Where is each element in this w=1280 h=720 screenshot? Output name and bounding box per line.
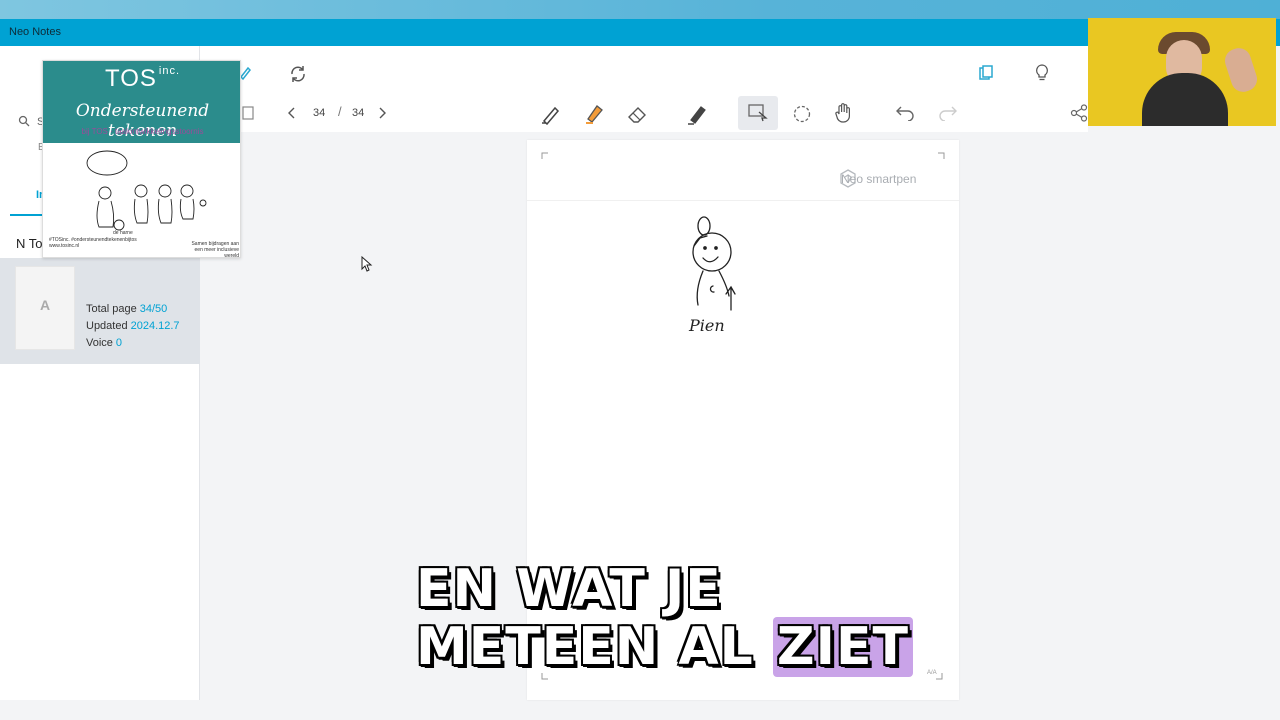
notebook-name: N To <box>16 236 43 251</box>
caption-line-1: EN WAT JE <box>416 559 722 619</box>
stroke-edit-icon[interactable] <box>686 103 708 125</box>
search-icon <box>18 115 30 127</box>
updated-label: Updated <box>86 320 128 332</box>
header-divider <box>527 200 959 201</box>
total-pages: 34 <box>352 107 365 119</box>
hand-icon[interactable] <box>834 102 854 124</box>
corner-mark-tl <box>541 152 548 159</box>
tab-notebooks[interactable]: In <box>10 186 46 216</box>
updated-row: Updated 2024.12.7 <box>86 320 180 332</box>
card-footer-left: #TOSinc. #ondersteunendtekenenbijtos www… <box>49 237 137 249</box>
voice-label: Voice <box>86 337 113 349</box>
card-tagline: bij TOS · taalontwikkelingsstoornis <box>81 127 204 136</box>
webcam-video <box>1088 18 1276 126</box>
toolbar: 34 / 34 <box>200 46 1088 132</box>
undo-icon[interactable] <box>895 105 915 121</box>
prev-page-icon[interactable] <box>287 107 297 119</box>
card-illustration <box>86 150 207 231</box>
highlighter-icon[interactable] <box>583 102 605 124</box>
select-tool[interactable] <box>738 96 778 130</box>
tos-logo-card: TOS inc. Ondersteunend tekenen bij TOS · … <box>42 60 241 258</box>
lightbulb-icon[interactable] <box>1035 64 1049 82</box>
select-icon <box>748 104 768 122</box>
handwritten-text: Pien <box>689 316 725 335</box>
share-icon[interactable] <box>1070 104 1088 122</box>
total-page-value: 34/50 <box>139 303 168 315</box>
updated-value: 2024.12.7 <box>130 320 180 332</box>
page-view-icon[interactable] <box>240 105 254 121</box>
caption-highlight-word: ZIET <box>772 617 913 677</box>
cover-letter: A <box>40 297 51 313</box>
total-page-label: Total page <box>86 303 137 315</box>
voice-row: Voice 0 <box>86 337 122 349</box>
corner-mark-tr <box>938 152 945 159</box>
webcam-hand <box>1221 45 1261 95</box>
current-page[interactable]: 34 <box>313 107 325 119</box>
redo-icon[interactable] <box>938 105 958 121</box>
webcam-body <box>1142 73 1228 126</box>
card-title-text: TOS <box>104 65 157 92</box>
pen-icon[interactable] <box>540 103 562 125</box>
page-mark: A/A <box>927 670 937 676</box>
app-title: Neo Notes <box>9 26 61 38</box>
eraser-icon[interactable] <box>626 104 648 124</box>
page-separator: / <box>338 104 342 119</box>
total-page-row: Total page 34/50 <box>86 303 167 315</box>
video-caption: EN WAT JE METEEN AL ZIET <box>380 559 920 677</box>
neo-smartpen-brand: Neo smartpen <box>841 172 917 186</box>
notebook-card[interactable]: A Total page 34/50 Updated 2024.12.7 Voice… <box>0 258 200 364</box>
notebook-cover: A <box>15 266 75 350</box>
sync-icon[interactable] <box>289 65 307 83</box>
card-footer-right: Samen bijdragen aan een meer inclusieve … <box>191 241 239 258</box>
card-drawing-caption: de harne <box>113 230 133 236</box>
mouse-cursor-icon <box>361 256 373 272</box>
card-title-suffix: inc. <box>158 65 181 77</box>
voice-value: 0 <box>115 337 123 349</box>
card-title: TOS inc. <box>43 65 240 93</box>
card-header: TOS inc. Ondersteunend tekenen bij TOS · … <box>43 61 240 143</box>
caption-line-2-text: METEEN AL <box>416 617 754 677</box>
copy-icon[interactable] <box>978 65 994 81</box>
window-top-strip <box>0 0 1280 19</box>
next-page-icon[interactable] <box>377 107 387 119</box>
caption-line-2: METEEN AL ZIET <box>416 617 920 677</box>
lasso-icon[interactable] <box>792 104 812 124</box>
